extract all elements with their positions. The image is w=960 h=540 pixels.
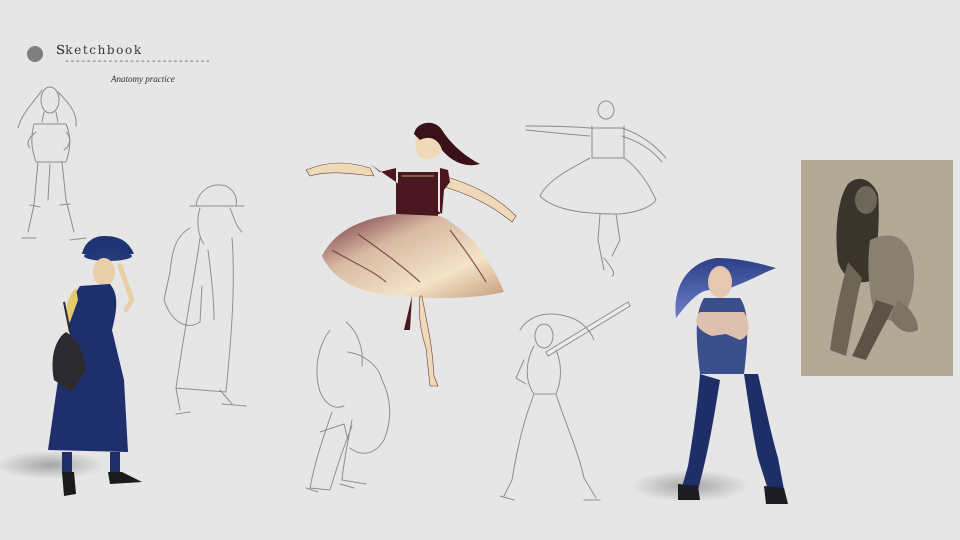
pencil-sketch-woman-hat [163, 184, 247, 415]
painted-figure-navy-dress [0, 236, 142, 496]
pencil-sketch-standing-woman [17, 86, 87, 241]
painted-figure-blue-hair-woman [630, 258, 788, 504]
sketches-canvas [0, 86, 953, 504]
pencil-sketch-woman-sword [499, 301, 631, 501]
pencil-sketch-sitting-figure [305, 321, 391, 493]
pencil-sketch-ballet-dancer [525, 100, 667, 277]
sketchbook-page: sketchbook --------------------------- A… [0, 0, 960, 540]
sepia-study-card [801, 160, 953, 376]
painted-figure-twirling-dancer [305, 122, 517, 387]
